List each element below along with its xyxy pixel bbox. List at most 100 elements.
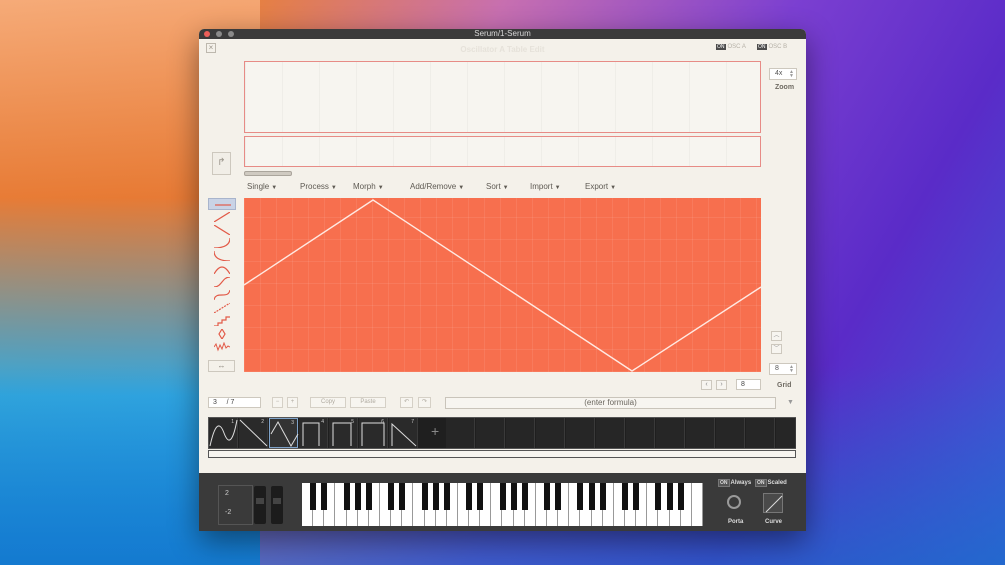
redo-icon[interactable]: ↷	[418, 397, 431, 408]
copy-button[interactable]: Copy	[310, 397, 346, 408]
frame-total: 7	[230, 399, 235, 406]
black-key[interactable]	[599, 483, 606, 510]
menu-sort[interactable]: Sort ▼	[486, 182, 509, 191]
always-toggle[interactable]: ON Always	[718, 479, 752, 487]
menu-export[interactable]: Export ▼	[585, 182, 616, 191]
black-key[interactable]	[555, 483, 562, 510]
frame-separator: /	[226, 399, 229, 406]
shape-arc-icon[interactable]	[208, 263, 236, 275]
next-arrow-icon[interactable]: ›	[716, 380, 727, 390]
frame-thumb-4[interactable]: 4	[299, 418, 328, 448]
frame-thumb-2[interactable]: 2	[239, 418, 268, 448]
prev-arrow-icon[interactable]: ‹	[701, 380, 712, 390]
wavetable-strip-panel[interactable]	[244, 136, 761, 167]
shape-curve-up-icon[interactable]	[208, 237, 236, 249]
remove-frame-button[interactable]: −	[272, 397, 283, 408]
shape-s-curve-icon[interactable]	[208, 276, 236, 288]
frame-thumb-3[interactable]: 3	[269, 418, 299, 448]
osc-a-label: OSC A	[727, 44, 746, 50]
grid-spin-icon: ▲ ▼	[789, 364, 794, 374]
porta-knob[interactable]	[727, 495, 741, 509]
black-key[interactable]	[622, 483, 629, 510]
shape-noise-icon[interactable]	[208, 341, 236, 353]
black-key[interactable]	[321, 483, 328, 510]
black-key[interactable]	[310, 483, 317, 510]
add-frame-button[interactable]: +	[287, 397, 298, 408]
white-key[interactable]	[692, 483, 703, 526]
wavetable-overview-panel[interactable]	[244, 61, 761, 133]
chevron-down-icon: ▼	[271, 185, 278, 191]
undo-icon[interactable]: ↶	[400, 397, 413, 408]
overview-scrollbar[interactable]	[244, 171, 292, 176]
black-key[interactable]	[343, 483, 350, 510]
frame-thumb-5[interactable]: 5	[329, 418, 358, 448]
shape-diamond-icon[interactable]	[208, 328, 236, 340]
grid-select[interactable]: 8 ▲ ▼	[769, 363, 797, 375]
black-key[interactable]	[666, 483, 673, 510]
black-key[interactable]	[443, 483, 450, 510]
black-key[interactable]	[432, 483, 439, 510]
black-key[interactable]	[365, 483, 372, 510]
frames-scrollbar[interactable]	[208, 450, 796, 458]
curve-label: Curve	[765, 519, 783, 525]
up-arrow-icon[interactable]: ︿	[771, 331, 782, 341]
side-tool-icon[interactable]: ↱	[212, 152, 231, 175]
black-key[interactable]	[677, 483, 684, 510]
waveform-editor[interactable]	[244, 198, 761, 372]
pitch-wheel[interactable]	[254, 486, 266, 524]
frame-counter[interactable]: 3 / 7	[208, 397, 261, 408]
empty-frame-slot	[506, 418, 535, 448]
black-key[interactable]	[388, 483, 395, 510]
black-key[interactable]	[466, 483, 473, 510]
formula-dropdown-icon[interactable]: ▼	[787, 399, 794, 406]
frame-thumb-7[interactable]: 7	[389, 418, 418, 448]
scaled-toggle[interactable]: ON Scaled	[755, 479, 787, 487]
shape-curve-down-icon[interactable]	[208, 250, 236, 262]
frame-thumb-6[interactable]: 6	[359, 418, 388, 448]
shape-ramp-down-icon[interactable]	[208, 224, 236, 236]
black-key[interactable]	[577, 483, 584, 510]
menu-process[interactable]: Process ▼	[300, 182, 337, 191]
menu-import[interactable]: Import ▼	[530, 182, 561, 191]
curve-control[interactable]	[763, 493, 783, 513]
shape-line-flat-icon[interactable]	[208, 198, 236, 210]
pitch-range-box[interactable]: 2 -2	[218, 485, 253, 525]
down-arrow-icon[interactable]: ﹀	[771, 344, 782, 354]
frame-num: 1	[231, 419, 234, 425]
osc-a-toggle[interactable]: ON OSC A	[716, 44, 746, 50]
empty-frame-slot	[746, 418, 775, 448]
black-key[interactable]	[588, 483, 595, 510]
add-frame-plus-icon[interactable]: +	[431, 423, 439, 439]
formula-input[interactable]: (enter formula)	[445, 397, 776, 409]
black-key[interactable]	[510, 483, 517, 510]
black-key[interactable]	[499, 483, 506, 510]
shape-dotted-ramp-icon[interactable]	[208, 302, 236, 314]
shape-ramp-icon[interactable]	[208, 211, 236, 223]
black-key[interactable]	[477, 483, 484, 510]
menu-add-remove[interactable]: Add/Remove ▼	[410, 182, 464, 191]
always-label: Always	[730, 480, 752, 486]
shape-step-ramp-icon[interactable]	[208, 315, 236, 327]
menu-single[interactable]: Single ▼	[247, 182, 277, 191]
black-key[interactable]	[655, 483, 662, 510]
black-key[interactable]	[399, 483, 406, 510]
piano-keyboard[interactable]	[302, 483, 703, 526]
mod-wheel[interactable]	[271, 486, 283, 524]
wavetable-frames: 1 2 3 4 5 6 7 +	[208, 417, 796, 449]
frame-num: 7	[411, 419, 414, 425]
black-key[interactable]	[421, 483, 428, 510]
shape-s-curve-alt-icon[interactable]	[208, 289, 236, 301]
menu-morph[interactable]: Morph ▼	[353, 182, 384, 191]
black-key[interactable]	[354, 483, 361, 510]
black-key[interactable]	[521, 483, 528, 510]
step-select[interactable]: 8	[736, 379, 761, 390]
frame-thumb-1[interactable]: 1	[209, 418, 238, 448]
zoom-select[interactable]: 4x ▲ ▼	[769, 68, 797, 80]
frame-num: 4	[321, 419, 324, 425]
osc-b-toggle[interactable]: ON OSC B	[757, 44, 787, 50]
paste-button[interactable]: Paste	[350, 397, 386, 408]
black-key[interactable]	[633, 483, 640, 510]
fit-icon[interactable]: ↔	[208, 360, 235, 372]
osc-b-on: ON	[757, 44, 767, 50]
black-key[interactable]	[544, 483, 551, 510]
